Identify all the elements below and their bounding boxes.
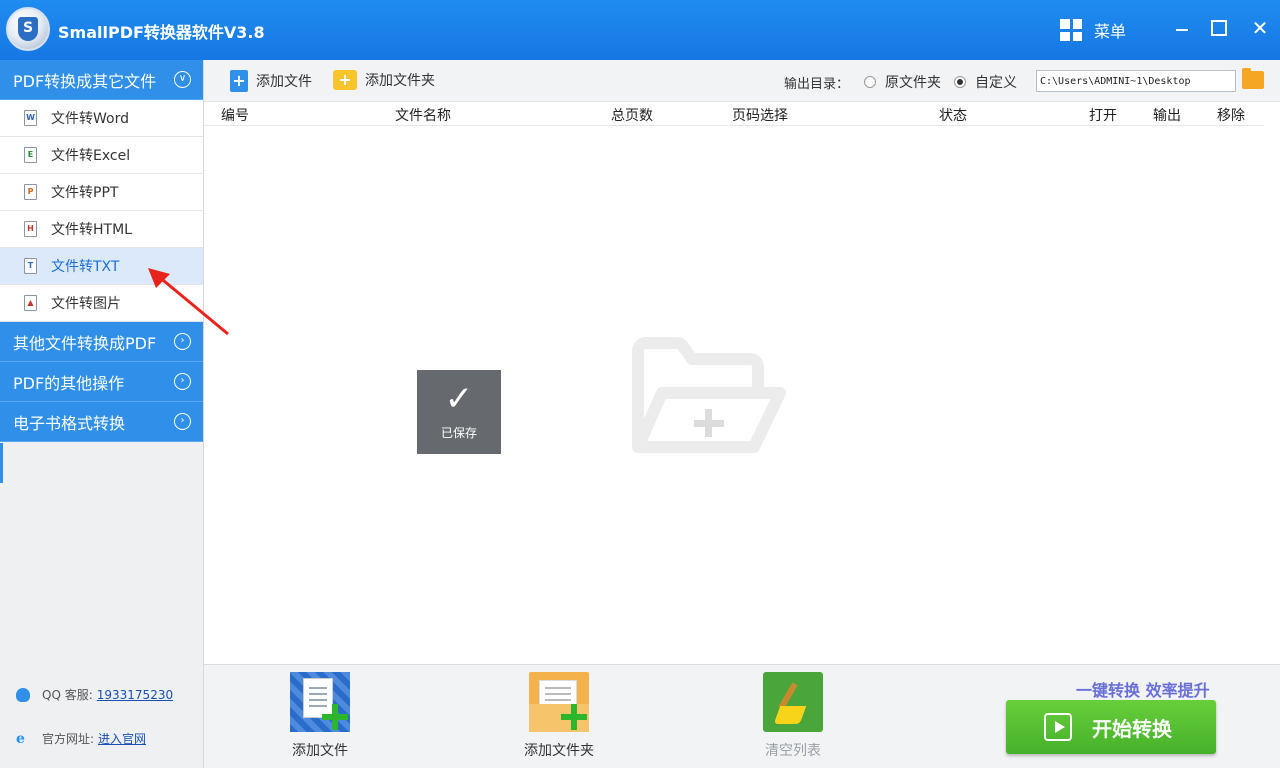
sidebar-item-label: 文件转Word — [51, 111, 129, 127]
app-logo-icon: S — [6, 7, 50, 51]
title-bar: S SmallPDF转换器软件V3.8 菜单 ✕ — [0, 0, 1280, 60]
add-folder-big-icon — [529, 672, 589, 732]
toolbar: + 添加文件 + 添加文件夹 输出目录： 原文件夹 自定义 — [204, 60, 1280, 102]
category-pdf-to-other[interactable]: PDF转换成其它文件 ∨ — [0, 60, 203, 100]
official-site: e 官方网址: 进入官网 — [16, 730, 146, 747]
app-title: SmallPDF转换器软件V3.8 — [58, 23, 265, 42]
add-folder-label: 添加文件夹 — [365, 73, 435, 89]
col-total-pages: 总页数 — [611, 108, 653, 124]
category-label: PDF转换成其它文件 — [13, 71, 157, 91]
bottom-bar: 添加文件 添加文件夹 清空列表 一键转换 效率提升 开始转换 — [204, 664, 1280, 768]
txt-file-icon: T — [24, 258, 37, 274]
col-status: 状态 — [939, 108, 967, 124]
clear-list-label: 清空列表 — [765, 743, 821, 759]
qq-icon — [16, 687, 30, 702]
clear-list-button[interactable]: 清空列表 — [738, 672, 848, 760]
category-label: PDF的其他操作 — [13, 373, 125, 393]
broom-icon — [763, 672, 823, 732]
add-file-button[interactable]: + 添加文件 — [230, 70, 312, 92]
sidebar-item-label: 文件转图片 — [51, 296, 121, 312]
word-file-icon: W — [24, 110, 37, 126]
col-number: 编号 — [221, 108, 249, 124]
col-output: 输出 — [1153, 108, 1181, 124]
grid-menu-icon — [1060, 19, 1082, 41]
chevron-down-icon: ∨ — [174, 71, 191, 88]
sidebar-accent — [0, 443, 3, 483]
qq-number-link[interactable]: 1933175230 — [97, 688, 173, 702]
category-pdf-operations[interactable]: PDF的其他操作 › — [0, 362, 203, 402]
qq-support: QQ 客服: 1933175230 — [16, 686, 173, 703]
excel-file-icon: E — [24, 147, 37, 163]
add-file-big-icon — [290, 672, 350, 732]
bottom-add-file-label: 添加文件 — [292, 743, 348, 759]
category-label: 电子书格式转换 — [13, 413, 126, 433]
qq-label: QQ 客服: — [42, 688, 93, 702]
checkmark-icon: ✓ — [444, 379, 474, 419]
sidebar-item-word[interactable]: W 文件转Word — [0, 100, 203, 137]
radio-custom-folder[interactable]: 自定义 — [954, 72, 1017, 92]
maximize-button[interactable] — [1207, 16, 1231, 40]
sidebar-item-label: 文件转HTML — [51, 222, 132, 238]
minimize-button[interactable] — [1170, 16, 1194, 40]
browse-folder-icon[interactable] — [1242, 68, 1264, 89]
sidebar-item-txt[interactable]: T 文件转TXT — [0, 248, 203, 285]
category-other-to-pdf[interactable]: 其他文件转换成PDF › — [0, 322, 203, 362]
add-folder-button[interactable]: + 添加文件夹 — [333, 70, 435, 90]
sidebar-item-excel[interactable]: E 文件转Excel — [0, 137, 203, 174]
bottom-add-file-button[interactable]: 添加文件 — [265, 672, 375, 760]
radio-label: 原文件夹 — [885, 75, 941, 91]
sidebar: PDF转换成其它文件 ∨ W 文件转Word E 文件转Excel P 文件转P… — [0, 60, 204, 768]
drop-folder-icon[interactable] — [630, 337, 790, 455]
sidebar-item-ppt[interactable]: P 文件转PPT — [0, 174, 203, 211]
bottom-add-folder-button[interactable]: 添加文件夹 — [504, 672, 614, 760]
html-file-icon: H — [24, 221, 37, 237]
toast-text: 已保存 — [440, 426, 477, 440]
radio-circle — [864, 76, 876, 88]
saved-toast: ✓ 已保存 — [417, 370, 501, 454]
menu-label: 菜单 — [1094, 22, 1127, 41]
radio-circle-selected — [954, 76, 966, 88]
sidebar-item-label: 文件转Excel — [51, 148, 131, 164]
sidebar-item-image[interactable]: ▲ 文件转图片 — [0, 285, 203, 322]
sidebar-item-label: 文件转TXT — [51, 259, 120, 275]
sidebar-item-html[interactable]: H 文件转HTML — [0, 211, 203, 248]
file-table-header: 编号 文件名称 总页数 页码选择 状态 打开 输出 移除 — [204, 102, 1264, 126]
sidebar-item-label: 文件转PPT — [51, 185, 119, 201]
bottom-add-folder-label: 添加文件夹 — [524, 743, 594, 759]
start-convert-label: 开始转换 — [1092, 716, 1172, 741]
radio-original-folder[interactable]: 原文件夹 — [864, 72, 941, 92]
col-remove: 移除 — [1217, 108, 1245, 124]
category-ebook[interactable]: 电子书格式转换 › — [0, 402, 203, 442]
add-folder-icon: + — [333, 70, 357, 90]
image-file-icon: ▲ — [24, 295, 37, 311]
add-file-label: 添加文件 — [256, 74, 312, 90]
chevron-right-icon: › — [174, 333, 191, 350]
col-open: 打开 — [1089, 108, 1117, 124]
col-page-select: 页码选择 — [732, 108, 788, 124]
ppt-file-icon: P — [24, 184, 37, 200]
chevron-right-icon: › — [174, 373, 191, 390]
output-dir-label: 输出目录： — [784, 77, 850, 92]
close-button[interactable]: ✕ — [1248, 16, 1272, 40]
site-link[interactable]: 进入官网 — [98, 730, 146, 747]
chevron-right-icon: › — [174, 413, 191, 430]
play-icon — [1044, 713, 1072, 741]
col-filename: 文件名称 — [395, 108, 451, 124]
site-label: 官方网址: — [42, 732, 95, 746]
category-label: 其他文件转换成PDF — [13, 333, 157, 353]
radio-label: 自定义 — [975, 75, 1017, 91]
output-path-input[interactable] — [1036, 70, 1236, 92]
add-file-icon: + — [230, 70, 248, 92]
slogan-text: 一键转换 效率提升 — [1076, 681, 1210, 700]
start-convert-button[interactable]: 开始转换 — [1006, 700, 1216, 754]
menu-button[interactable]: 菜单 — [1060, 16, 1126, 44]
ie-icon: e — [16, 730, 25, 747]
